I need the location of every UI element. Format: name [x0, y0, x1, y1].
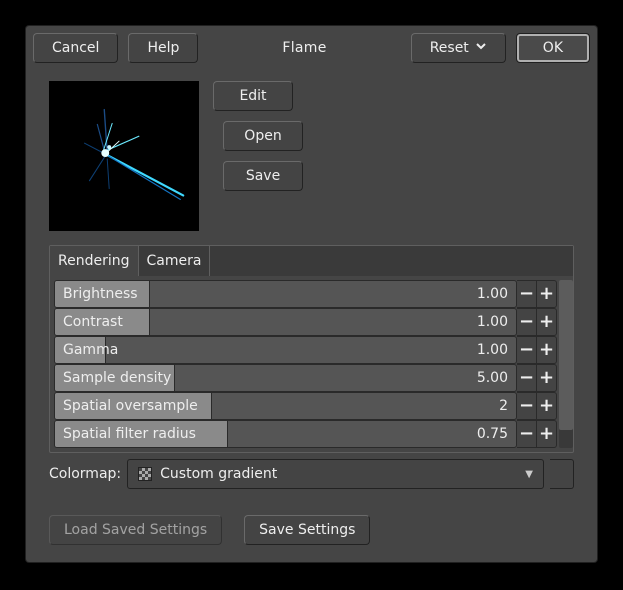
checker-icon	[138, 467, 152, 481]
param-label: Gamma	[55, 342, 118, 358]
edit-button[interactable]: Edit	[213, 81, 293, 111]
dialog-content: Edit Open Save Rendering Camera Brightne…	[33, 81, 590, 562]
reset-label: Reset	[430, 40, 469, 56]
minus-icon[interactable]: −	[517, 420, 537, 448]
minus-icon[interactable]: −	[517, 280, 537, 308]
param-slider[interactable]: Sample density 5.00	[54, 364, 517, 392]
param-value: 5.00	[477, 370, 516, 386]
param-value: 2	[499, 398, 516, 414]
param-row-spatial-oversample: Spatial oversample 2−+	[54, 392, 557, 420]
param-value: 1.00	[477, 342, 516, 358]
dialog-header: Cancel Help Flame Reset OK	[33, 33, 590, 63]
param-value: 0.75	[477, 426, 516, 442]
param-label: Sample density	[55, 370, 171, 386]
param-row-gamma: Gamma 1.00−+	[54, 336, 557, 364]
dropdown-caret-icon: ▼	[525, 469, 533, 480]
save-button[interactable]: Save	[223, 161, 303, 191]
colormap-dropdown[interactable]: Custom gradient ▼	[127, 459, 544, 489]
param-row-contrast: Contrast 1.00−+	[54, 308, 557, 336]
tab-camera[interactable]: Camera	[139, 246, 211, 276]
cancel-button[interactable]: Cancel	[33, 33, 118, 63]
open-button[interactable]: Open	[223, 121, 303, 151]
scrollbar-thumb[interactable]	[559, 280, 573, 430]
tab-spacer	[210, 246, 573, 276]
colormap-value: Custom gradient	[160, 466, 277, 482]
tab-rendering[interactable]: Rendering	[50, 246, 139, 276]
reset-button[interactable]: Reset	[411, 33, 506, 63]
ok-button[interactable]: OK	[516, 33, 590, 63]
minus-icon[interactable]: −	[517, 336, 537, 364]
param-value: 1.00	[477, 286, 516, 302]
save-settings-button[interactable]: Save Settings	[244, 515, 370, 545]
param-row-brightness: Brightness 1.00−+	[54, 280, 557, 308]
param-label: Contrast	[55, 314, 123, 330]
chevron-down-icon	[475, 40, 487, 56]
param-slider[interactable]: Spatial filter radius 0.75	[54, 420, 517, 448]
plus-icon[interactable]: +	[537, 392, 557, 420]
minus-icon[interactable]: −	[517, 308, 537, 336]
dialog-footer: Load Saved Settings Save Settings	[49, 489, 574, 562]
minus-icon[interactable]: −	[517, 364, 537, 392]
preview-side-buttons: Edit Open Save	[213, 81, 303, 191]
tab-rendering-label: Rendering	[58, 253, 130, 269]
load-saved-settings-button[interactable]: Load Saved Settings	[49, 515, 222, 545]
param-slider[interactable]: Contrast 1.00	[54, 308, 517, 336]
settings-tabs: Rendering Camera Brightness1.00−+Contras…	[49, 245, 574, 453]
param-list: Brightness1.00−+Contrast1.00−+Gamma1.00−…	[54, 280, 557, 448]
param-slider[interactable]: Gamma 1.00	[54, 336, 517, 364]
plus-icon[interactable]: +	[537, 420, 557, 448]
plus-icon[interactable]: +	[537, 308, 557, 336]
param-slider[interactable]: Spatial oversample 2	[54, 392, 517, 420]
plus-icon[interactable]: +	[537, 364, 557, 392]
plus-icon[interactable]: +	[537, 336, 557, 364]
preview-row: Edit Open Save	[49, 81, 574, 231]
param-slider[interactable]: Brightness 1.00	[54, 280, 517, 308]
param-label: Spatial filter radius	[55, 426, 196, 442]
dialog-title: Flame	[198, 40, 410, 56]
help-button[interactable]: Help	[128, 33, 198, 63]
param-row-spatial-filter-radius: Spatial filter radius 0.75−+	[54, 420, 557, 448]
param-label: Spatial oversample	[55, 398, 198, 414]
plus-icon[interactable]: +	[537, 280, 557, 308]
tab-strip: Rendering Camera	[50, 246, 573, 276]
param-row-sample-density: Sample density 5.00−+	[54, 364, 557, 392]
flame-preview	[49, 81, 199, 231]
tab-camera-label: Camera	[147, 253, 202, 269]
flame-dialog: Cancel Help Flame Reset OK	[26, 26, 597, 562]
param-label: Brightness	[55, 286, 138, 302]
colormap-row: Colormap: Custom gradient ▼	[49, 459, 574, 489]
colormap-extra-button[interactable]	[550, 459, 574, 489]
minus-icon[interactable]: −	[517, 392, 537, 420]
colormap-label: Colormap:	[49, 466, 121, 482]
param-scrollbar[interactable]	[559, 280, 573, 448]
tab-body-rendering: Brightness1.00−+Contrast1.00−+Gamma1.00−…	[50, 276, 573, 452]
param-value: 1.00	[477, 314, 516, 330]
